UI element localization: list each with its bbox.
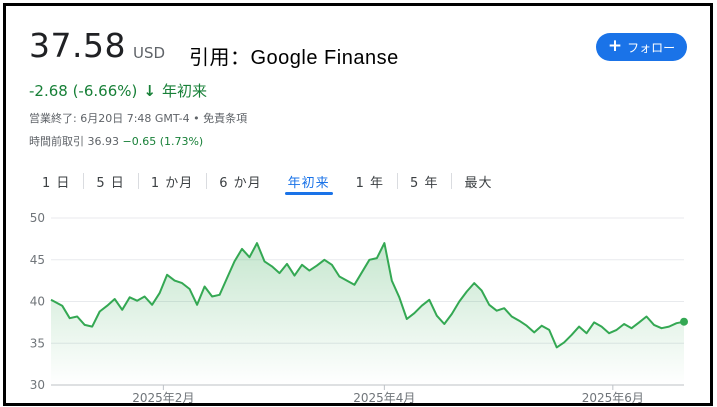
y-tick-label: 50: [30, 211, 45, 225]
price-change: -2.68 (-6.66%) ↓ 年初来: [29, 80, 207, 101]
market-status: 営業終了: 6月20日 7:48 GMT-4 • 免責条項: [29, 112, 248, 125]
tab-6[interactable]: 5 年: [397, 166, 451, 196]
plus-icon: +: [607, 35, 623, 56]
tab-3[interactable]: 6 か月: [206, 166, 274, 196]
price-chart: 30 35 40 45 50 2025年2月 2025年4月 2025年6月: [30, 211, 688, 405]
y-tick-label: 45: [30, 253, 45, 267]
range-tabs: 1 日5 日1 か月 6 か月 年初来 1 年5 年最大: [29, 166, 505, 196]
premarket-price: 時間前取引 36.93: [29, 135, 123, 148]
premarket-quote: 時間前取引 36.93 −0.65 (1.73%): [29, 133, 203, 149]
change-value: -2.68 (-6.66%): [29, 81, 138, 100]
change-period: 年初来: [161, 82, 207, 100]
x-tick-label: 2025年2月: [132, 391, 194, 405]
stock-price: 37.58: [29, 26, 126, 65]
quote-source-caption: 引用：Google Finanse: [189, 47, 399, 69]
y-tick-label: 35: [30, 336, 45, 350]
premarket-change: −0.65 (1.73%): [122, 135, 204, 148]
x-tick-label: 2025年4月: [353, 391, 415, 405]
tab-0[interactable]: 1 日: [29, 166, 83, 196]
tab-7[interactable]: 最大: [451, 166, 505, 196]
x-tick-label: 2025年6月: [582, 391, 644, 405]
last-price-point: [680, 317, 688, 326]
follow-label: フォロー: [627, 40, 676, 55]
tab-4[interactable]: 年初来: [275, 166, 343, 196]
follow-button[interactable]: + フォロー: [596, 33, 687, 61]
tab-1[interactable]: 5 日: [83, 166, 137, 196]
tab-2[interactable]: 1 か月: [137, 166, 206, 196]
y-tick-label: 40: [30, 295, 45, 309]
y-tick-label: 30: [30, 378, 45, 392]
currency-label: USD: [133, 44, 166, 62]
finance-card: 37.58 USD 引用：Google Finanse + フォロー -2.68…: [3, 3, 713, 406]
arrow-down-icon: ↓: [143, 81, 156, 100]
tab-5[interactable]: 1 年: [343, 166, 397, 196]
